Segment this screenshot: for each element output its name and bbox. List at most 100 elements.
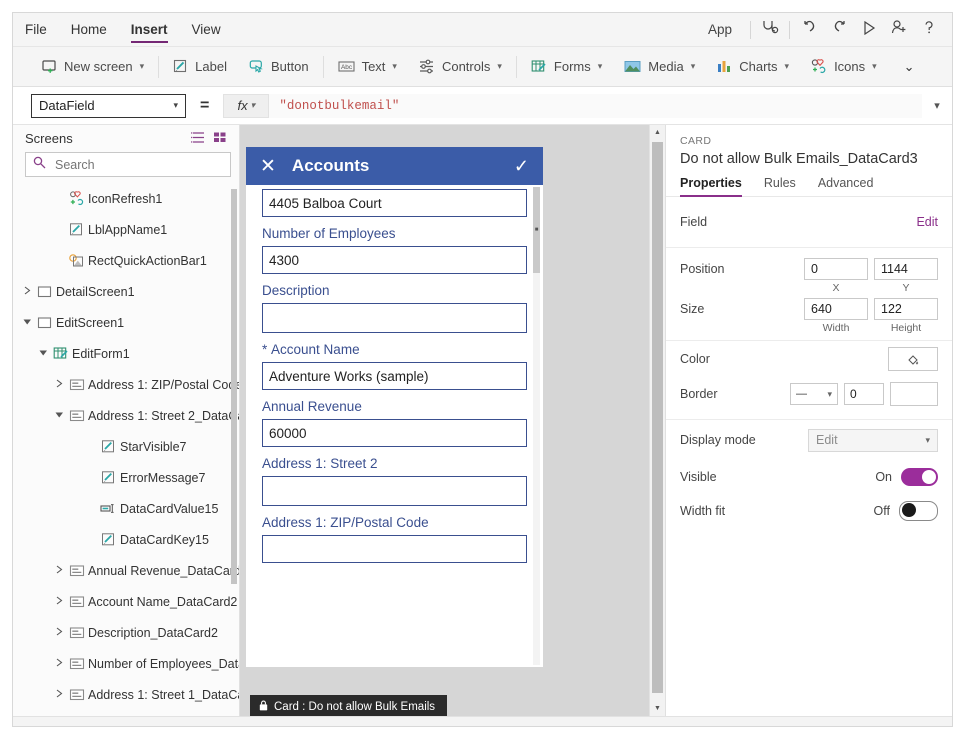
field-edit-link[interactable]: Edit: [916, 215, 938, 229]
app-label[interactable]: App: [694, 22, 746, 37]
size-height-input[interactable]: 122: [874, 298, 938, 320]
tree-search-input[interactable]: [53, 157, 197, 173]
tree-item[interactable]: Description_DataCard2: [13, 617, 239, 648]
ribbon-button-label: Button: [271, 59, 309, 74]
tree-item[interactable]: StarVisible7: [13, 431, 239, 462]
undo-icon[interactable]: [794, 20, 824, 39]
ribbon-new-screen[interactable]: New screen ▾: [31, 53, 155, 81]
tree-item[interactable]: DataCardKey15: [13, 524, 239, 555]
close-icon[interactable]: ✕: [260, 155, 276, 178]
tree-item[interactable]: RectQuickActionBar1: [13, 245, 239, 276]
tree-item[interactable]: Address 1: ZIP/Postal Code_: [13, 369, 239, 400]
ribbon-button[interactable]: Button: [238, 53, 320, 81]
ribbon-charts[interactable]: Charts ▾: [706, 53, 800, 81]
canvas-scrollbar[interactable]: ▲ ▼: [649, 125, 665, 716]
checkmark-icon[interactable]: ✓: [514, 156, 529, 177]
position-x-input[interactable]: 0: [804, 258, 868, 280]
tree-list-view-icon[interactable]: [187, 131, 209, 147]
display-mode-value: Edit: [816, 433, 838, 447]
label-icon: [98, 439, 120, 454]
ribbon-icons[interactable]: Icons ▾: [800, 53, 888, 81]
fill-bucket-icon[interactable]: [888, 347, 938, 371]
tree-item[interactable]: Address 1: Street 2_DataCar: [13, 400, 239, 431]
border-color-swatch[interactable]: [890, 382, 938, 406]
canvas-scrollbar-thumb[interactable]: [652, 142, 663, 693]
tree-item[interactable]: LblAppName1: [13, 214, 239, 245]
formula-expand-chevron-down-icon[interactable]: ▾: [922, 99, 952, 112]
tree-expand-arrow-icon[interactable]: [21, 318, 34, 328]
tree-expand-arrow-icon[interactable]: [21, 286, 34, 297]
tree-item-list: IconRefresh1LblAppName1RectQuickActionBa…: [13, 183, 239, 713]
form-field-input[interactable]: 60000: [262, 419, 527, 447]
redo-icon[interactable]: [824, 20, 854, 39]
tab-rules[interactable]: Rules: [764, 176, 796, 196]
tree-item[interactable]: DetailScreen1: [13, 276, 239, 307]
tree-expand-arrow-icon[interactable]: [53, 689, 66, 700]
menu-item-view[interactable]: View: [180, 13, 233, 46]
form-field-input[interactable]: [262, 535, 527, 563]
scroll-up-icon[interactable]: ▲: [650, 125, 665, 140]
play-icon[interactable]: [854, 21, 884, 39]
scroll-down-icon[interactable]: ▼: [650, 701, 665, 716]
ribbon-controls[interactable]: Controls ▾: [408, 53, 513, 81]
property-dropdown[interactable]: DataField ▾: [31, 94, 186, 118]
tab-properties[interactable]: Properties: [680, 176, 742, 196]
fx-button[interactable]: fx ▾: [223, 94, 269, 118]
tree-item[interactable]: Address 1: Street 1_DataCar: [13, 679, 239, 710]
border-style-dropdown[interactable]: — ▾: [790, 383, 838, 405]
border-thickness-input[interactable]: 0: [844, 383, 884, 405]
app-title-bar: ✕ Accounts ✓: [246, 147, 543, 185]
menu-item-insert[interactable]: Insert: [119, 13, 180, 46]
menu-item-home[interactable]: Home: [59, 13, 119, 46]
ribbon-media[interactable]: Media ▾: [613, 53, 706, 81]
ribbon-forms[interactable]: Forms ▾: [520, 53, 613, 81]
tree-expand-arrow-icon[interactable]: [53, 596, 66, 607]
display-mode-dropdown[interactable]: Edit ▾: [808, 429, 938, 452]
formula-input[interactable]: "donotbulkemail": [269, 94, 922, 118]
chevron-down-icon: ▾: [827, 389, 832, 400]
tree-thumbnail-view-icon[interactable]: [209, 131, 231, 147]
width-fit-toggle[interactable]: [899, 501, 938, 521]
position-y-input[interactable]: 1144: [874, 258, 938, 280]
tree-expand-arrow-icon[interactable]: [53, 565, 66, 576]
menu-item-file[interactable]: File: [13, 13, 59, 46]
share-icon[interactable]: [884, 20, 914, 39]
tree-item[interactable]: ErrorMessage7: [13, 462, 239, 493]
tree-item[interactable]: Address 1: City_DataCard2: [13, 710, 239, 713]
tab-advanced[interactable]: Advanced: [818, 176, 874, 196]
position-y-caption: Y: [874, 282, 938, 294]
tree-item[interactable]: IconRefresh1: [13, 183, 239, 214]
tree-expand-arrow-icon[interactable]: [53, 658, 66, 669]
tree-expand-arrow-icon[interactable]: [53, 627, 66, 638]
form-field-input[interactable]: 4300: [262, 246, 527, 274]
tree-expand-arrow-icon[interactable]: [53, 379, 66, 390]
tree-expand-arrow-icon[interactable]: [53, 411, 66, 421]
tree-item[interactable]: EditScreen1: [13, 307, 239, 338]
tree-item-label: DetailScreen1: [56, 285, 135, 299]
form-field-input[interactable]: [262, 476, 527, 506]
ribbon-text[interactable]: Abc Text ▾: [327, 53, 408, 81]
position-row: Position 0 X 1144 Y: [666, 248, 952, 292]
tree-item[interactable]: Annual Revenue_DataCard2: [13, 555, 239, 586]
tree-scrollbar-thumb[interactable]: [231, 189, 237, 584]
form-field-input[interactable]: [262, 303, 527, 333]
tree-item[interactable]: EditForm1: [13, 338, 239, 369]
tree-item-label: Number of Employees_Data: [88, 657, 239, 671]
app-preview-screen: ✕ Accounts ✓ 4405 Balboa CourtNumber of …: [246, 147, 543, 667]
tree-item[interactable]: DataCardValue15: [13, 493, 239, 524]
health-check-icon[interactable]: [755, 20, 785, 40]
visible-toggle[interactable]: [901, 468, 938, 486]
tree-item[interactable]: Number of Employees_Data: [13, 648, 239, 679]
form-scrollbar-track[interactable]: ■: [533, 187, 540, 665]
size-width-input[interactable]: 640: [804, 298, 868, 320]
form-scrollbar-thumb[interactable]: ■: [533, 187, 540, 273]
tree-expand-arrow-icon[interactable]: [37, 349, 50, 359]
form-field-input[interactable]: Adventure Works (sample): [262, 362, 527, 390]
tree-item[interactable]: Account Name_DataCard2: [13, 586, 239, 617]
tree-search-box[interactable]: [25, 152, 231, 177]
datacard-icon: [66, 378, 88, 392]
ribbon-overflow-chevron-down-icon[interactable]: ⌄: [894, 59, 925, 75]
form-field-input[interactable]: 4405 Balboa Court: [262, 189, 527, 217]
ribbon-label[interactable]: Label: [162, 53, 238, 81]
help-icon[interactable]: [914, 20, 944, 39]
